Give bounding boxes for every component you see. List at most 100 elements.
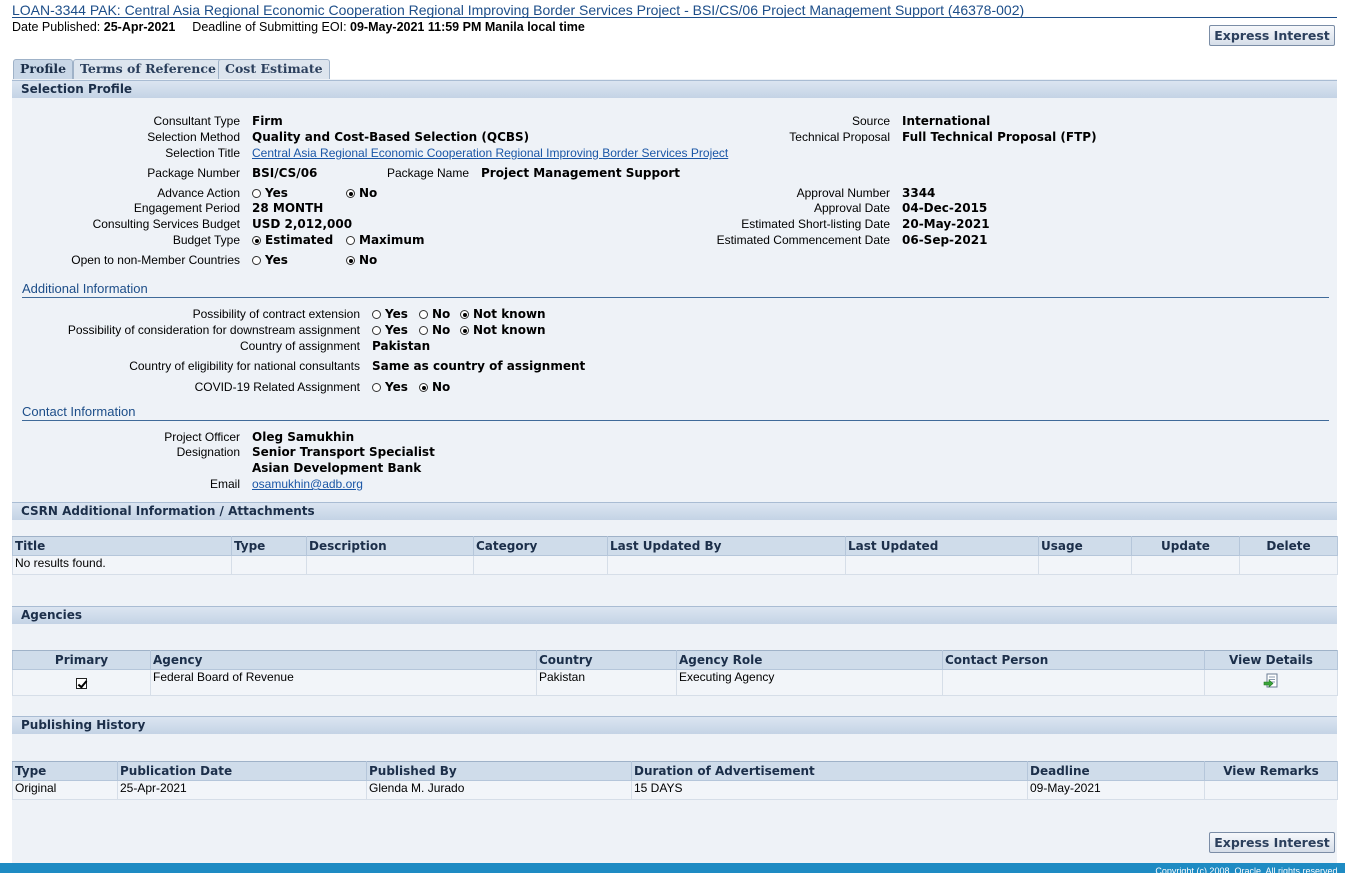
consulting-budget-value: USD 2,012,000 [252,217,353,231]
col-description[interactable]: Description [306,536,474,556]
covid-yes[interactable]: Yes [372,380,408,394]
csrn-header: CSRN Additional Information / Attachment… [12,502,1337,520]
radio-icon [252,189,261,198]
view-remarks-cell [1204,780,1338,800]
no-results-text: No results found. [12,555,232,575]
table-row: No results found. [12,555,1338,575]
contract-extension-no[interactable]: No [419,307,450,321]
downstream-yes[interactable]: Yes [372,323,408,337]
publishing-history-table: Type Publication Date Published By Durat… [12,761,1338,800]
project-officer-label: Project Officer [164,430,240,444]
contract-extension-not-known[interactable]: Not known [460,307,546,321]
radio-selected-icon [460,310,469,319]
email-link[interactable]: osamukhin@adb.org [252,477,363,491]
col-type: Type [12,761,118,781]
col-country: Country [536,650,677,670]
col-primary: Primary [12,650,151,670]
approval-date-label: Approval Date [813,201,890,215]
page-title: LOAN-3344 PAK: Central Asia Regional Eco… [12,2,1337,18]
project-officer-value: Oleg Samukhin [252,430,355,444]
package-number-value: BSI/CS/06 [252,166,318,180]
table-row: Original 25-Apr-2021 Glenda M. Jurado 15… [12,780,1338,800]
advance-action-yes[interactable]: Yes [252,186,288,200]
eligibility-value: Same as country of assignment [372,359,586,373]
radio-selected-icon [346,189,355,198]
agency-role-cell: Executing Agency [676,669,943,696]
source-value: International [902,114,991,128]
package-name-label: Package Name [386,166,469,180]
col-type[interactable]: Type [231,536,307,556]
csrn-table: Title Type Description Category Last Upd… [12,536,1338,575]
designation-label: Designation [176,445,240,459]
tab-terms-of-reference[interactable]: Terms of Reference [73,59,223,79]
contract-extension-label: Possibility of contract extension [192,307,360,321]
covid-label: COVID-19 Related Assignment [194,380,360,394]
table-header-row: Title Type Description Category Last Upd… [12,536,1338,556]
col-category[interactable]: Category [473,536,608,556]
contract-extension-yes[interactable]: Yes [372,307,408,321]
express-interest-button-bottom[interactable]: Express Interest [1209,832,1335,853]
col-last-updated-by[interactable]: Last Updated By [607,536,846,556]
agencies-header: Agencies [12,606,1337,624]
est-commencement-label: Estimated Commencement Date [716,233,890,247]
open-non-member-no[interactable]: No [346,253,377,267]
radio-icon [372,326,381,335]
express-interest-button-top[interactable]: Express Interest [1209,25,1335,46]
view-details-cell [1204,669,1338,696]
table-header-row: Primary Agency Country Agency Role Conta… [12,650,1338,670]
consultant-type-value: Firm [252,114,283,128]
advance-action-no[interactable]: No [346,186,377,200]
col-usage[interactable]: Usage [1038,536,1132,556]
tab-cost-estimate[interactable]: Cost Estimate [218,59,330,79]
col-agency-role: Agency Role [676,650,943,670]
duration-cell: 15 DAYS [631,780,1028,800]
date-published-label: Date Published: [12,20,101,34]
budget-type-maximum[interactable]: Maximum [346,233,424,247]
col-publication-date: Publication Date [117,761,367,781]
technical-proposal-label: Technical Proposal [789,130,890,144]
table-row: Federal Board of Revenue Pakistan Execut… [12,669,1338,696]
tab-profile[interactable]: Profile [13,59,74,79]
radio-selected-icon [252,236,261,245]
col-published-by: Published By [366,761,632,781]
consultant-type-label: Consultant Type [153,114,240,128]
downstream-no[interactable]: No [419,323,450,337]
table-header-row: Type Publication Date Published By Durat… [12,761,1338,781]
selection-method-label: Selection Method [147,130,240,144]
publishing-history-header: Publishing History [12,716,1337,734]
col-update: Update [1131,536,1240,556]
view-details-icon[interactable] [1263,673,1279,692]
checkbox-checked-icon[interactable] [76,677,87,689]
est-shortlisting-label: Estimated Short-listing Date [741,217,890,231]
contact-info-header: Contact Information [22,405,1329,421]
covid-no[interactable]: No [419,380,450,394]
radio-icon [372,310,381,319]
col-last-updated[interactable]: Last Updated [845,536,1039,556]
contact-person-cell [942,669,1205,696]
primary-cell [12,669,151,696]
col-title[interactable]: Title [12,536,232,556]
email-label: Email [209,477,240,491]
country-assignment-label: Country of assignment [239,339,360,353]
deadline-value: 09-May-2021 11:59 PM Manila local time [350,20,585,34]
radio-icon [252,256,261,265]
technical-proposal-value: Full Technical Proposal (FTP) [902,130,1097,144]
budget-type-label: Budget Type [172,233,240,247]
engagement-period-value: 28 MONTH [252,201,324,215]
open-non-member-yes[interactable]: Yes [252,253,288,267]
agencies-table: Primary Agency Country Agency Role Conta… [12,650,1338,696]
organization-value: Asian Development Bank [252,461,422,475]
approval-number-value: 3344 [902,186,936,200]
radio-selected-icon [346,256,355,265]
budget-type-estimated[interactable]: Estimated [252,233,333,247]
downstream-not-known[interactable]: Not known [460,323,546,337]
consulting-budget-label: Consulting Services Budget [92,217,240,231]
radio-icon [346,236,355,245]
radio-selected-icon [419,383,428,392]
col-view-details: View Details [1204,650,1338,670]
col-agency: Agency [150,650,537,670]
selection-title-link[interactable]: Central Asia Regional Economic Cooperati… [252,146,728,160]
advance-action-label: Advance Action [157,186,240,200]
deadline-cell: 09-May-2021 [1027,780,1205,800]
est-commencement-value: 06-Sep-2021 [902,233,988,247]
